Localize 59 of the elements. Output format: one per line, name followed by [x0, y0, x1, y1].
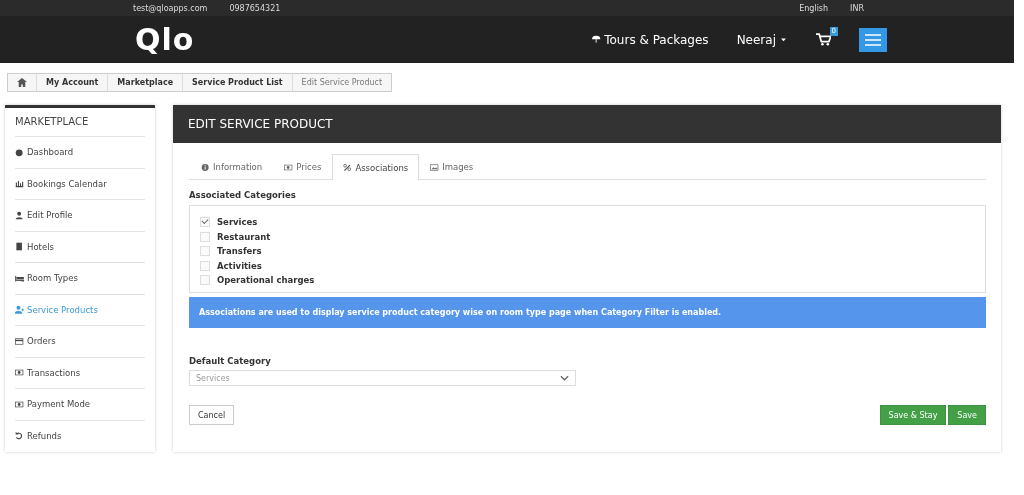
- home-icon: [17, 78, 27, 87]
- sidebar-item[interactable]: Edit Profile: [15, 200, 145, 232]
- email-text: test@qloapps.com: [133, 3, 208, 13]
- bar-chart-icon: [15, 179, 24, 189]
- checkbox-label: Activities: [217, 260, 262, 271]
- cancel-button[interactable]: Cancel: [189, 405, 235, 425]
- tab[interactable]: Prices: [273, 154, 333, 179]
- nav-link[interactable]: Tours & Packages: [592, 32, 709, 47]
- menu-button[interactable]: [859, 27, 887, 52]
- checkbox-label: Services: [217, 217, 258, 228]
- sidebar-item[interactable]: Transactions: [15, 357, 145, 389]
- breadcrumb-link[interactable]: Marketplace: [108, 74, 184, 91]
- tab[interactable]: Associations: [332, 154, 420, 180]
- tab[interactable]: Information: [190, 154, 274, 179]
- checkbox[interactable]: [200, 275, 210, 286]
- language-dropdown[interactable]: English: [799, 3, 829, 13]
- banknote-icon: [15, 368, 24, 378]
- sidebar-item[interactable]: Refunds: [15, 420, 145, 451]
- umbrella-icon: [592, 35, 602, 44]
- field-label: Default Category: [189, 356, 272, 366]
- user-icon: [15, 210, 24, 220]
- undo-icon: [15, 431, 24, 441]
- sidebar-title: MARKETPLACE: [15, 108, 145, 137]
- tab[interactable]: Images: [419, 154, 485, 179]
- checkbox-label: Restaurant: [217, 231, 271, 242]
- info-icon: [201, 162, 210, 172]
- phone-text: 0987654321: [229, 3, 281, 13]
- checkbox[interactable]: [200, 217, 210, 228]
- sidebar-item[interactable]: Room Types: [15, 263, 145, 295]
- checkbox[interactable]: [200, 260, 210, 271]
- checkbox[interactable]: [200, 231, 210, 242]
- breadcrumb-link[interactable]: Service Product List: [183, 74, 293, 91]
- checkbox-label: Transfers: [217, 246, 262, 257]
- banknote-icon: [15, 399, 24, 409]
- sidebar-item[interactable]: Dashboard: [15, 137, 145, 169]
- caret-icon: [779, 35, 788, 44]
- banknote-icon: [284, 162, 294, 172]
- checkbox-label: Operational charges: [217, 275, 315, 286]
- image-icon: [430, 162, 440, 172]
- info-alert: Associations are used to display service product category wise on room type page when Category Filter is enabled.: [189, 297, 986, 328]
- user-dropdown[interactable]: Neeraj: [736, 32, 788, 47]
- user-plus-icon: [15, 305, 24, 315]
- sidebar-item[interactable]: Bookings Calendar: [15, 168, 145, 200]
- bed-icon: [15, 273, 24, 283]
- checkbox[interactable]: [200, 246, 210, 257]
- breadcrumb-link[interactable]: My Account: [37, 74, 109, 91]
- breadcrumb-current: Edit Service Product: [300, 77, 384, 89]
- logo[interactable]: Qlo: [135, 22, 195, 57]
- card-icon: [15, 336, 24, 346]
- cart-icon[interactable]: [816, 33, 831, 46]
- currency-dropdown[interactable]: INR: [850, 3, 864, 13]
- field-label: Associated Categories: [189, 190, 297, 200]
- chevron-down-icon: [560, 375, 569, 381]
- sidebar-item[interactable]: Payment Mode: [15, 389, 145, 421]
- panel-title: EDIT SERVICE PRODUCT: [173, 105, 1001, 143]
- sidebar-item[interactable]: Hotels: [15, 231, 145, 263]
- menu-icon: [865, 33, 881, 46]
- sidebar-item[interactable]: Orders: [15, 326, 145, 358]
- building-icon: [15, 242, 24, 252]
